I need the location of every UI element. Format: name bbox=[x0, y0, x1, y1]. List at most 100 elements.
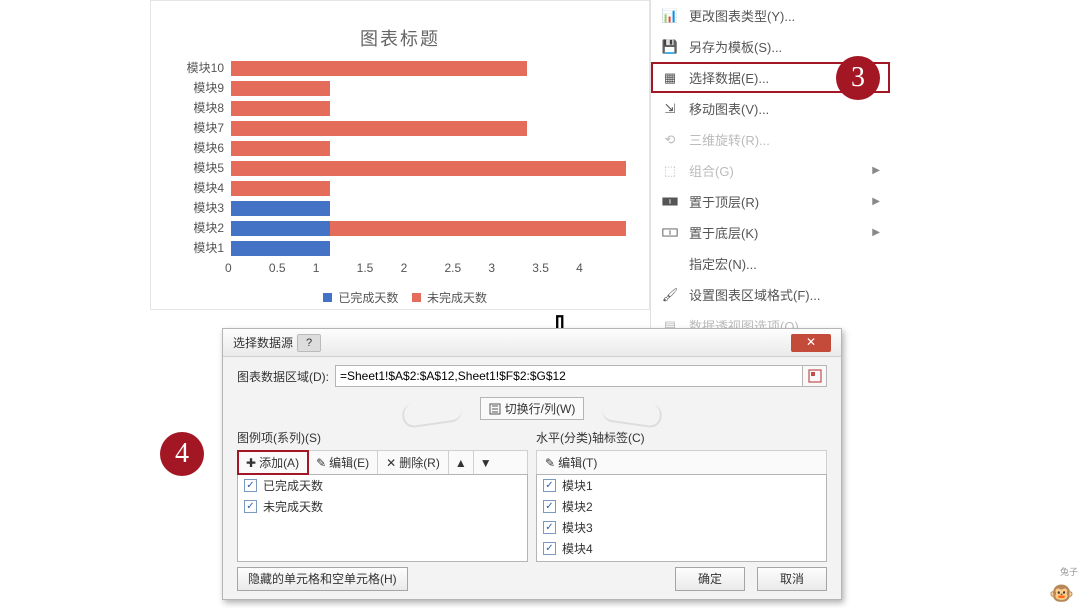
chart-area[interactable]: 图表标题 模块10模块9模块8模块7模块6模块5模块4模块3模块2模块1 00.… bbox=[150, 0, 650, 310]
move-down-button[interactable]: ▼ bbox=[474, 451, 498, 474]
cancel-button[interactable]: 取消 bbox=[757, 567, 827, 591]
y-axis-label: 模块5 bbox=[164, 158, 224, 178]
ok-button[interactable]: 确定 bbox=[675, 567, 745, 591]
context-menu-label: 更改图表类型(Y)... bbox=[689, 6, 795, 25]
save-template-icon: 💾 bbox=[661, 38, 679, 56]
chevron-right-icon: ▶ bbox=[872, 196, 880, 207]
y-axis-label: 模块3 bbox=[164, 198, 224, 218]
swap-arrow-left-icon bbox=[401, 397, 464, 429]
bar-completed[interactable] bbox=[231, 241, 330, 256]
bar-row[interactable] bbox=[231, 201, 330, 221]
list-item[interactable]: ✓已完成天数 bbox=[238, 475, 527, 496]
close-icon[interactable]: ✕ bbox=[791, 334, 831, 352]
edit-icon: ✎ bbox=[545, 456, 555, 470]
checkbox[interactable]: ✓ bbox=[244, 500, 257, 513]
y-axis-label: 模块10 bbox=[164, 58, 224, 78]
chart-legend: 已完成天数 未完成天数 bbox=[151, 289, 649, 306]
hidden-cells-button[interactable]: 隐藏的单元格和空单元格(H) bbox=[237, 567, 408, 591]
add-series-button[interactable]: ✚ 添加(A) bbox=[238, 451, 308, 474]
list-item-label: 未完成天数 bbox=[263, 498, 323, 515]
x-axis-tick: 2 bbox=[401, 261, 445, 281]
legend-toolbar: ✚ 添加(A) ✎ 编辑(E) ✕ 删除(R) ▲ ▼ bbox=[237, 450, 528, 474]
list-item-label: 模块5 bbox=[562, 561, 593, 562]
bar-remaining[interactable] bbox=[231, 61, 527, 76]
bar-remaining[interactable] bbox=[231, 121, 527, 136]
context-menu-item[interactable]: 指定宏(N)... bbox=[651, 248, 890, 279]
x-axis-tick: 0.5 bbox=[269, 261, 313, 281]
bar-row[interactable] bbox=[231, 161, 626, 181]
range-picker-icon[interactable] bbox=[803, 365, 827, 387]
context-menu-item[interactable]: 📊更改图表类型(Y)... bbox=[651, 0, 890, 31]
list-item[interactable]: ✓模块3 bbox=[537, 517, 826, 538]
range-label: 图表数据区域(D): bbox=[237, 368, 329, 385]
delete-icon: ✕ bbox=[386, 456, 396, 470]
bar-completed[interactable] bbox=[231, 201, 330, 216]
callout-badge-3: 3 bbox=[836, 56, 880, 100]
bar-remaining[interactable] bbox=[330, 221, 626, 236]
bar-row[interactable] bbox=[231, 61, 527, 81]
context-menu-item[interactable]: 🖌设置图表区域格式(F)... bbox=[651, 279, 890, 310]
switch-row-column-button[interactable]: 切换行/列(W) bbox=[480, 397, 585, 420]
chart-x-axis: 00.511.522.533.54 bbox=[231, 261, 626, 281]
list-item[interactable]: ✓模块4 bbox=[537, 538, 826, 559]
context-menu-item[interactable]: 🀰置于顶层(R)▶ bbox=[651, 186, 890, 217]
legend-swatch-remaining bbox=[412, 293, 421, 302]
legend-series-list[interactable]: ✓已完成天数✓未完成天数 bbox=[237, 474, 528, 562]
edit-series-button[interactable]: ✎ 编辑(E) bbox=[308, 451, 378, 474]
context-menu-item[interactable]: 🀱置于底层(K)▶ bbox=[651, 217, 890, 248]
checkbox[interactable]: ✓ bbox=[543, 521, 556, 534]
checkbox[interactable]: ✓ bbox=[543, 479, 556, 492]
bar-row[interactable] bbox=[231, 241, 330, 261]
list-item[interactable]: ✓ 模块2 bbox=[537, 496, 826, 517]
bar-row[interactable] bbox=[231, 121, 527, 141]
group-icon: ⬚ bbox=[661, 162, 679, 180]
dialog-help-button[interactable]: ? bbox=[297, 334, 321, 352]
checkbox[interactable]: ✓ bbox=[543, 542, 556, 555]
chart-context-menu[interactable]: 📊更改图表类型(Y)...💾另存为模板(S)...▦选择数据(E)...⇲移动图… bbox=[650, 0, 890, 341]
context-menu-label: 三维旋转(R)... bbox=[689, 130, 770, 149]
axis-labels-list[interactable]: ✓模块1✓模块2✓模块3✓模块4✓模块5 bbox=[536, 474, 827, 562]
move-up-button[interactable]: ▲ bbox=[449, 451, 474, 474]
blank-icon bbox=[661, 255, 679, 273]
y-axis-label: 模块7 bbox=[164, 118, 224, 138]
bar-completed[interactable] bbox=[231, 221, 330, 236]
bar-remaining[interactable] bbox=[231, 101, 330, 116]
select-data-icon: ▦ bbox=[661, 69, 679, 87]
bar-row[interactable] bbox=[231, 181, 330, 201]
list-item-label: 模块2 bbox=[562, 498, 593, 515]
bar-row[interactable] bbox=[231, 81, 330, 101]
y-axis-label: 模块1 bbox=[164, 238, 224, 258]
select-data-source-dialog: 选择数据源 ? ✕ 图表数据区域(D): 切换行/列(W) 图例项(系列)(S) bbox=[222, 328, 842, 600]
dialog-title: 选择数据源 bbox=[233, 334, 293, 351]
rotate-3d-icon: ⟲ bbox=[661, 131, 679, 149]
chart-data-range-input[interactable] bbox=[335, 365, 803, 387]
dialog-titlebar[interactable]: 选择数据源 ? ✕ bbox=[223, 329, 841, 357]
bar-row[interactable] bbox=[231, 221, 626, 241]
chart-plot[interactable]: 模块10模块9模块8模块7模块6模块5模块4模块3模块2模块1 bbox=[231, 61, 626, 271]
bar-row[interactable] bbox=[231, 101, 330, 121]
bar-remaining[interactable] bbox=[231, 141, 330, 156]
bar-remaining[interactable] bbox=[231, 161, 626, 176]
y-axis-label: 模块4 bbox=[164, 178, 224, 198]
list-item[interactable]: ✓模块5 bbox=[537, 559, 826, 562]
x-axis-tick: 1.5 bbox=[357, 261, 401, 281]
bar-remaining[interactable] bbox=[231, 181, 330, 196]
list-item[interactable]: ✓ 未完成天数 bbox=[238, 496, 527, 517]
swap-arrow-right-icon bbox=[601, 397, 664, 429]
bar-remaining[interactable] bbox=[231, 81, 330, 96]
delete-series-button[interactable]: ✕ 删除(R) bbox=[378, 451, 449, 474]
checkbox[interactable]: ✓ bbox=[244, 479, 257, 492]
list-item[interactable]: ✓模块1 bbox=[537, 475, 826, 496]
context-menu-label: 置于顶层(R) bbox=[689, 192, 759, 211]
context-menu-label: 移动图表(V)... bbox=[689, 99, 769, 118]
edit-axis-button[interactable]: ✎ 编辑(T) bbox=[537, 451, 605, 474]
y-axis-label: 模块6 bbox=[164, 138, 224, 158]
chart-title: 图表标题 bbox=[151, 25, 649, 51]
context-menu-label: 另存为模板(S)... bbox=[689, 37, 782, 56]
bar-row[interactable] bbox=[231, 141, 330, 161]
x-axis-tick: 0 bbox=[225, 261, 269, 281]
checkbox[interactable]: ✓ bbox=[543, 500, 556, 513]
x-axis-tick: 3.5 bbox=[532, 261, 576, 281]
axis-labels-label: 水平(分类)轴标签(C) bbox=[536, 429, 827, 446]
legend-swatch-completed bbox=[323, 293, 332, 302]
